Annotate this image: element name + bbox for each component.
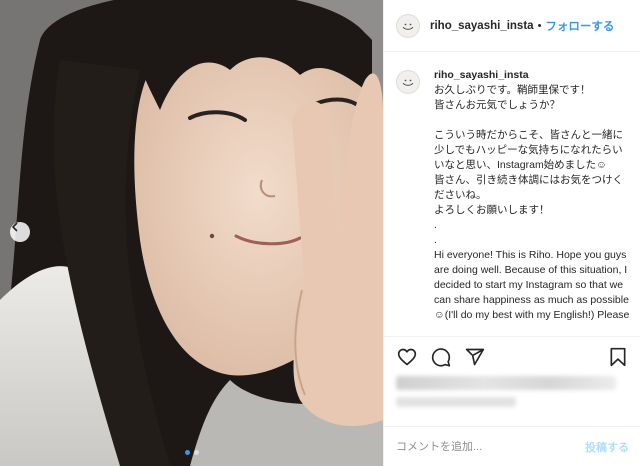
carousel-indicator [185,450,199,455]
carousel-prev-button[interactable] [10,222,30,242]
carousel-dot-active [185,450,190,455]
smiley-avatar-icon [402,23,414,30]
save-button[interactable] [607,346,629,368]
comment-button[interactable] [430,346,452,368]
likes-blurred [396,376,616,390]
share-button[interactable] [464,346,486,368]
chevron-left-icon [12,222,18,232]
header-username[interactable]: riho_sayashi_insta [430,20,534,32]
share-icon [465,348,485,365]
bookmark-icon [610,347,626,366]
post-header: riho_sayashi_insta • フォローする [384,0,640,52]
follow-button[interactable]: フォローする [545,18,614,34]
comment-box: 投稿する [384,426,640,466]
caption-avatar[interactable] [396,70,420,94]
caption-username[interactable]: riho_sayashi_insta [434,69,529,81]
post-comment-button[interactable]: 投稿する [585,439,629,455]
header-separator: • [537,19,542,32]
caption-section: riho_sayashi_insta お久しぶりです。鞘師里保です！ 皆さんお元… [384,60,640,335]
timestamp-blurred [396,397,516,407]
comment-icon [431,347,451,367]
smiley-avatar-icon [402,79,414,86]
avatar[interactable] [396,13,420,38]
caption-body: riho_sayashi_insta お久しぶりです。鞘師里保です！ 皆さんお元… [434,68,630,335]
action-bar [384,336,640,376]
heart-icon [397,348,417,365]
instagram-post: riho_sayashi_insta • フォローする riho_sayashi… [0,0,640,466]
post-side-panel: riho_sayashi_insta • フォローする riho_sayashi… [383,0,640,466]
carousel-dot [194,450,199,455]
like-button[interactable] [396,346,418,368]
comment-input[interactable] [396,440,585,453]
post-photo[interactable] [0,0,383,466]
selfie-photo-illustration [0,0,383,466]
caption-text: お久しぶりです。鞘師里保です！ 皆さんお元気でしょうか？ こういう時だからこそ、… [434,84,630,321]
